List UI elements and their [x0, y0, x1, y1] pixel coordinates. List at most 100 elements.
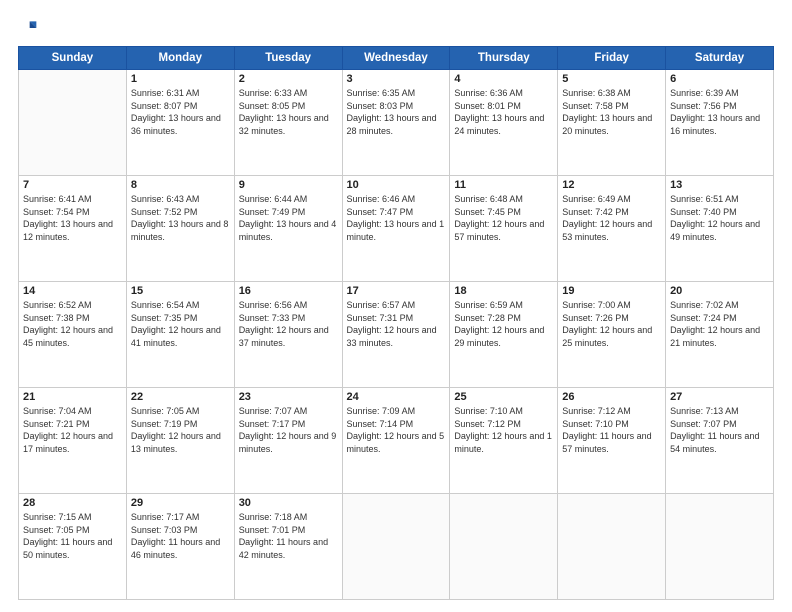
day-info: Sunrise: 6:49 AMSunset: 7:42 PMDaylight:… [562, 193, 661, 243]
day-number: 26 [562, 391, 661, 403]
calendar-week-row: 14 Sunrise: 6:52 AMSunset: 7:38 PMDayligh… [19, 282, 774, 388]
day-info: Sunrise: 6:31 AMSunset: 8:07 PMDaylight:… [131, 87, 230, 137]
calendar-table: SundayMondayTuesdayWednesdayThursdayFrid… [18, 46, 774, 600]
calendar-cell: 15 Sunrise: 6:54 AMSunset: 7:35 PMDayligh… [126, 282, 234, 388]
day-info: Sunrise: 6:51 AMSunset: 7:40 PMDaylight:… [670, 193, 769, 243]
day-number: 18 [454, 285, 553, 297]
day-number: 3 [347, 73, 446, 85]
day-info: Sunrise: 6:59 AMSunset: 7:28 PMDaylight:… [454, 299, 553, 349]
calendar-cell [450, 494, 558, 600]
calendar-cell: 4 Sunrise: 6:36 AMSunset: 8:01 PMDaylight… [450, 70, 558, 176]
calendar-cell: 30Sunrise: 7:18 AMSunset: 7:01 PMDayligh… [234, 494, 342, 600]
day-number: 7 [23, 179, 122, 191]
day-info: Sunrise: 6:52 AMSunset: 7:38 PMDaylight:… [23, 299, 122, 349]
calendar-cell: 9 Sunrise: 6:44 AMSunset: 7:49 PMDaylight… [234, 176, 342, 282]
calendar-cell [342, 494, 450, 600]
header [18, 18, 774, 38]
calendar-cell: 20 Sunrise: 7:02 AMSunset: 7:24 PMDayligh… [666, 282, 774, 388]
day-number: 22 [131, 391, 230, 403]
day-number: 20 [670, 285, 769, 297]
calendar-cell: 19 Sunrise: 7:00 AMSunset: 7:26 PMDayligh… [558, 282, 666, 388]
calendar-cell: 29 Sunrise: 7:17 AMSunset: 7:03 PMDayligh… [126, 494, 234, 600]
page: SundayMondayTuesdayWednesdayThursdayFrid… [0, 0, 792, 612]
day-info: Sunrise: 6:35 AMSunset: 8:03 PMDaylight:… [347, 87, 446, 137]
day-of-week-header: Friday [558, 47, 666, 70]
day-info: Sunrise: 6:43 AMSunset: 7:52 PMDaylight:… [131, 193, 230, 243]
day-of-week-header: Monday [126, 47, 234, 70]
calendar-cell: 28 Sunrise: 7:15 AMSunset: 7:05 PMDayligh… [19, 494, 127, 600]
day-info: Sunrise: 6:36 AMSunset: 8:01 PMDaylight:… [454, 87, 553, 137]
calendar-cell: 23 Sunrise: 7:07 AMSunset: 7:17 PMDayligh… [234, 388, 342, 494]
day-info: Sunrise: 7:12 AMSunset: 7:10 PMDaylight:… [562, 405, 661, 455]
day-number: 5 [562, 73, 661, 85]
calendar-cell: 6 Sunrise: 6:39 AMSunset: 7:56 PMDaylight… [666, 70, 774, 176]
calendar-cell: 18 Sunrise: 6:59 AMSunset: 7:28 PMDayligh… [450, 282, 558, 388]
day-header-row: SundayMondayTuesdayWednesdayThursdayFrid… [19, 47, 774, 70]
calendar-cell: 14 Sunrise: 6:52 AMSunset: 7:38 PMDayligh… [19, 282, 127, 388]
calendar-cell: 25 Sunrise: 7:10 AMSunset: 7:12 PMDayligh… [450, 388, 558, 494]
day-number: 6 [670, 73, 769, 85]
day-number: 1 [131, 73, 230, 85]
calendar-cell: 11 Sunrise: 6:48 AMSunset: 7:45 PMDayligh… [450, 176, 558, 282]
day-number: 23 [239, 391, 338, 403]
day-info: Sunrise: 6:44 AMSunset: 7:49 PMDaylight:… [239, 193, 338, 243]
calendar-cell: 27 Sunrise: 7:13 AMSunset: 7:07 PMDayligh… [666, 388, 774, 494]
day-number: 29 [131, 497, 230, 509]
day-number: 4 [454, 73, 553, 85]
calendar-cell: 7 Sunrise: 6:41 AMSunset: 7:54 PMDaylight… [19, 176, 127, 282]
day-of-week-header: Sunday [19, 47, 127, 70]
day-info: Sunrise: 7:13 AMSunset: 7:07 PMDaylight:… [670, 405, 769, 455]
day-info: Sunrise: 6:39 AMSunset: 7:56 PMDaylight:… [670, 87, 769, 137]
day-number: 10 [347, 179, 446, 191]
day-of-week-header: Thursday [450, 47, 558, 70]
calendar-cell: 1 Sunrise: 6:31 AMSunset: 8:07 PMDaylight… [126, 70, 234, 176]
day-number: 15 [131, 285, 230, 297]
day-of-week-header: Tuesday [234, 47, 342, 70]
day-number: 30 [239, 497, 338, 509]
day-number: 12 [562, 179, 661, 191]
day-info: Sunrise: 7:15 AMSunset: 7:05 PMDaylight:… [23, 511, 122, 561]
day-number: 16 [239, 285, 338, 297]
day-info: Sunrise: 6:54 AMSunset: 7:35 PMDaylight:… [131, 299, 230, 349]
day-info: Sunrise: 7:10 AMSunset: 7:12 PMDaylight:… [454, 405, 553, 455]
calendar-cell: 24Sunrise: 7:09 AMSunset: 7:14 PMDayligh… [342, 388, 450, 494]
day-number: 11 [454, 179, 553, 191]
day-number: 24 [347, 391, 446, 403]
day-number: 2 [239, 73, 338, 85]
day-info: Sunrise: 7:02 AMSunset: 7:24 PMDaylight:… [670, 299, 769, 349]
day-info: Sunrise: 7:17 AMSunset: 7:03 PMDaylight:… [131, 511, 230, 561]
calendar-cell: 21Sunrise: 7:04 AMSunset: 7:21 PMDayligh… [19, 388, 127, 494]
logo [18, 18, 42, 38]
calendar-cell [558, 494, 666, 600]
day-of-week-header: Saturday [666, 47, 774, 70]
day-info: Sunrise: 6:46 AMSunset: 7:47 PMDaylight:… [347, 193, 446, 243]
day-number: 27 [670, 391, 769, 403]
day-number: 17 [347, 285, 446, 297]
calendar-week-row: 21Sunrise: 7:04 AMSunset: 7:21 PMDayligh… [19, 388, 774, 494]
day-info: Sunrise: 6:57 AMSunset: 7:31 PMDaylight:… [347, 299, 446, 349]
day-number: 19 [562, 285, 661, 297]
calendar-cell: 17 Sunrise: 6:57 AMSunset: 7:31 PMDayligh… [342, 282, 450, 388]
day-info: Sunrise: 6:41 AMSunset: 7:54 PMDaylight:… [23, 193, 122, 243]
day-info: Sunrise: 6:33 AMSunset: 8:05 PMDaylight:… [239, 87, 338, 137]
day-number: 9 [239, 179, 338, 191]
day-info: Sunrise: 7:00 AMSunset: 7:26 PMDaylight:… [562, 299, 661, 349]
day-number: 25 [454, 391, 553, 403]
calendar-cell: 5 Sunrise: 6:38 AMSunset: 7:58 PMDaylight… [558, 70, 666, 176]
calendar-cell: 12 Sunrise: 6:49 AMSunset: 7:42 PMDayligh… [558, 176, 666, 282]
day-number: 14 [23, 285, 122, 297]
calendar-week-row: 28 Sunrise: 7:15 AMSunset: 7:05 PMDayligh… [19, 494, 774, 600]
calendar-cell [666, 494, 774, 600]
calendar-cell: 13Sunrise: 6:51 AMSunset: 7:40 PMDayligh… [666, 176, 774, 282]
day-info: Sunrise: 7:05 AMSunset: 7:19 PMDaylight:… [131, 405, 230, 455]
day-info: Sunrise: 7:04 AMSunset: 7:21 PMDaylight:… [23, 405, 122, 455]
calendar-week-row: 1 Sunrise: 6:31 AMSunset: 8:07 PMDaylight… [19, 70, 774, 176]
day-info: Sunrise: 6:48 AMSunset: 7:45 PMDaylight:… [454, 193, 553, 243]
day-info: Sunrise: 6:38 AMSunset: 7:58 PMDaylight:… [562, 87, 661, 137]
calendar-cell: 2 Sunrise: 6:33 AMSunset: 8:05 PMDaylight… [234, 70, 342, 176]
day-number: 28 [23, 497, 122, 509]
calendar-cell: 26 Sunrise: 7:12 AMSunset: 7:10 PMDayligh… [558, 388, 666, 494]
calendar-week-row: 7 Sunrise: 6:41 AMSunset: 7:54 PMDaylight… [19, 176, 774, 282]
day-info: Sunrise: 7:07 AMSunset: 7:17 PMDaylight:… [239, 405, 338, 455]
calendar-cell: 8Sunrise: 6:43 AMSunset: 7:52 PMDaylight… [126, 176, 234, 282]
